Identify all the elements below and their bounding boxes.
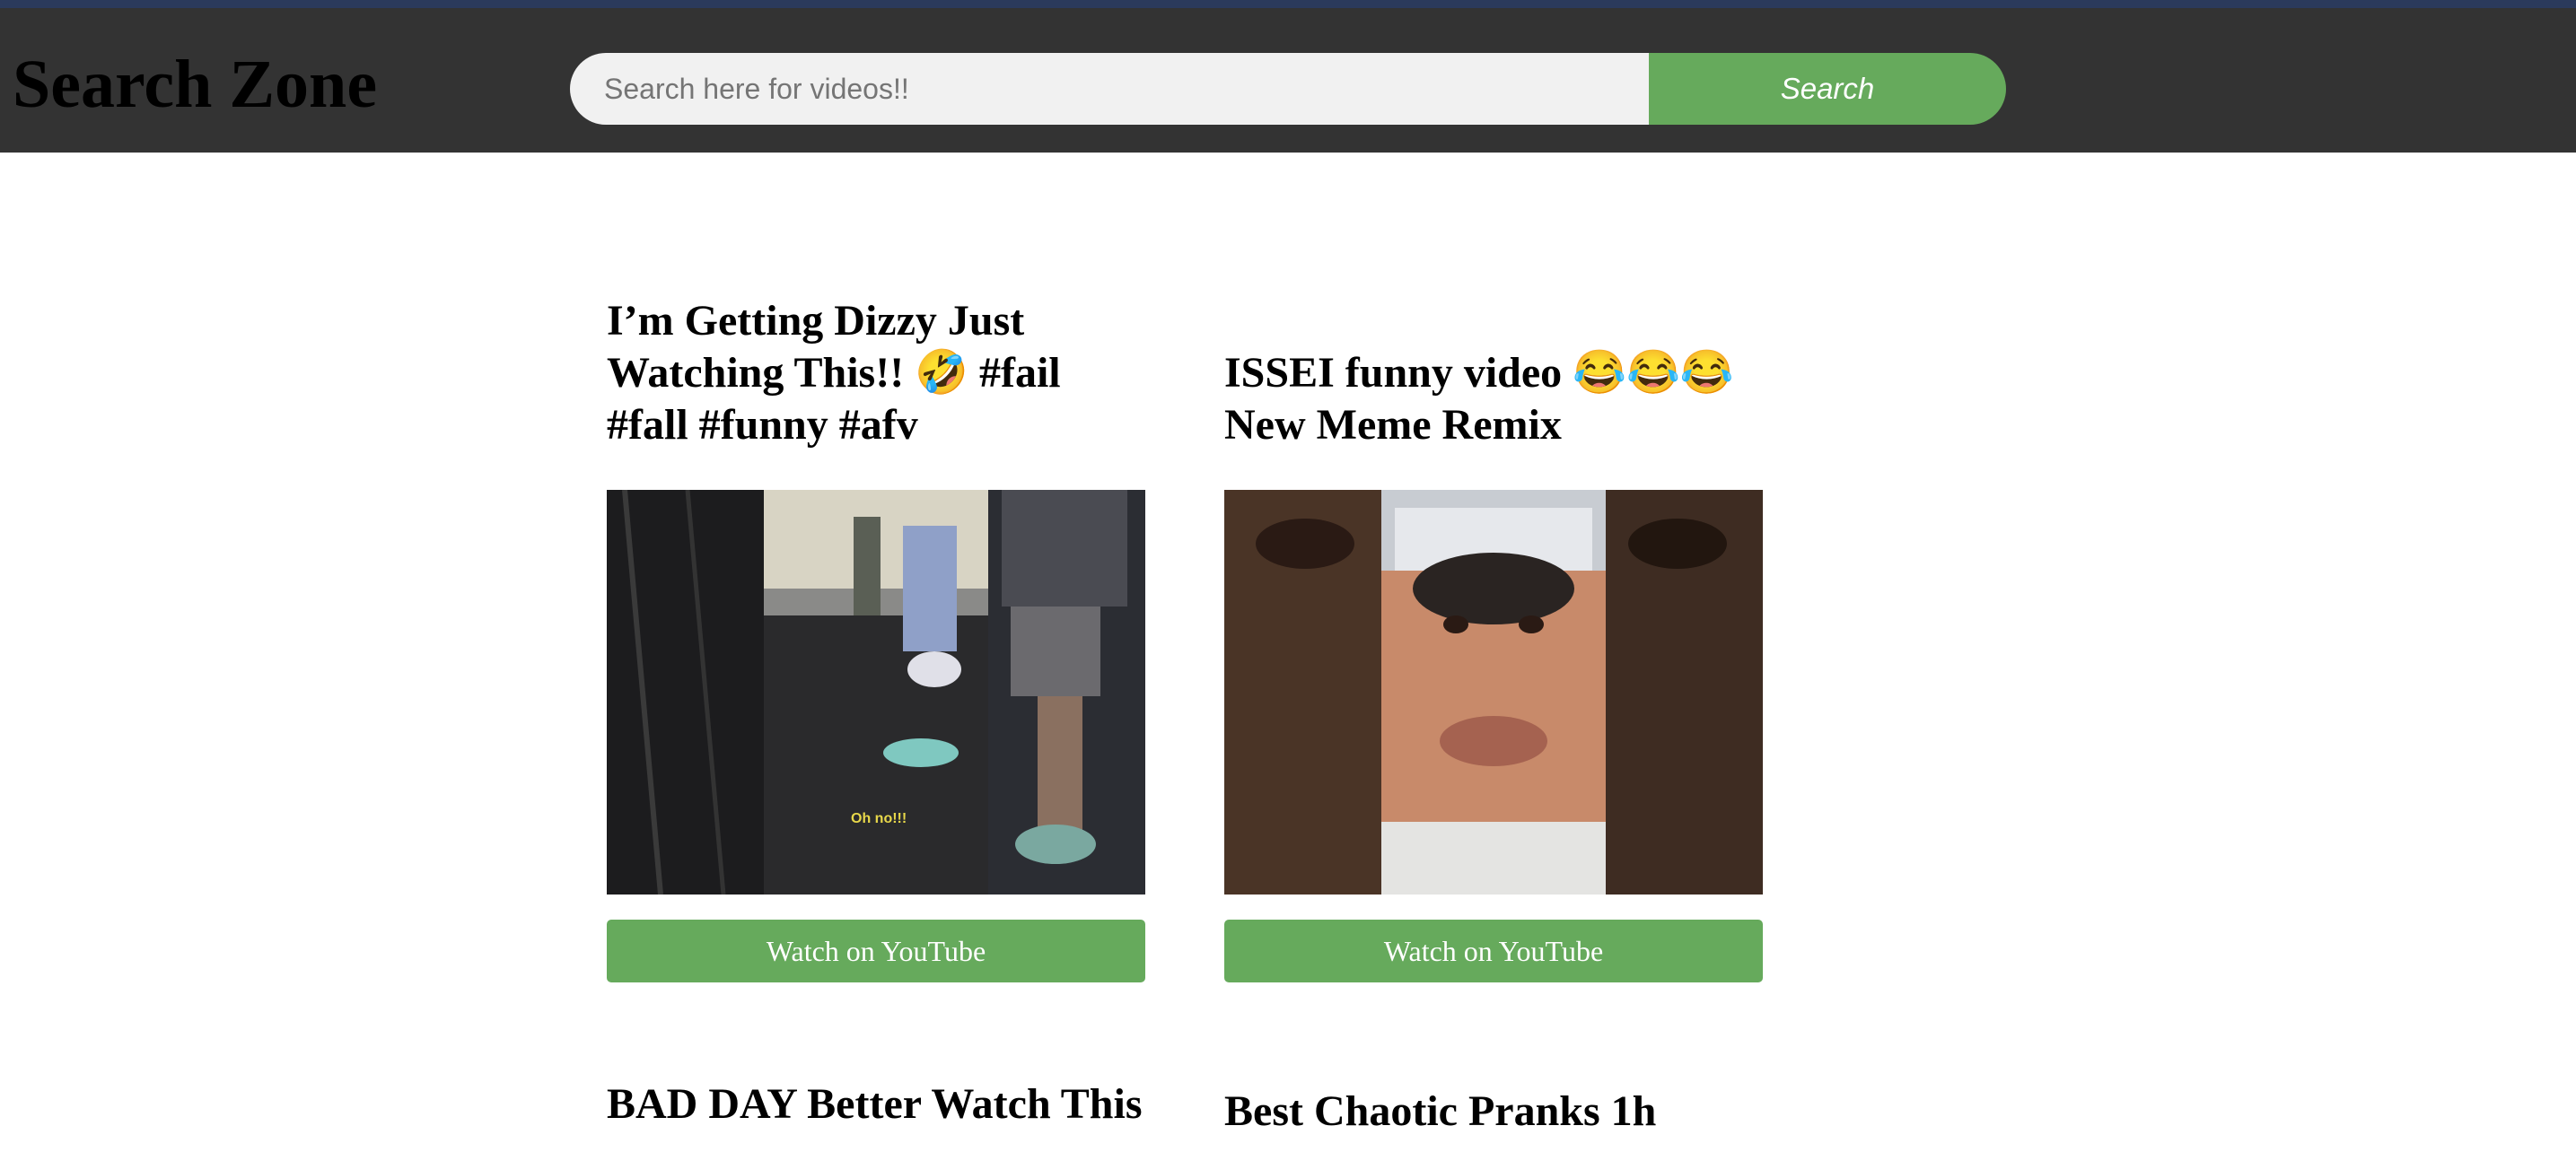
search-button[interactable]: Search: [1649, 53, 2006, 125]
thumbnail-caption: Oh no!!!: [851, 811, 907, 826]
navbar: Search Zone Search: [0, 8, 2576, 153]
top-accent-strip: [0, 0, 2576, 8]
video-title: I’m Getting Dizzy Just Watching This!! 🤣…: [607, 297, 1061, 449]
video-card: Best Chaotic Pranks 1h: [1224, 1086, 1763, 1152]
video-title: ISSEI funny video 😂😂😂 New Meme Remix: [1224, 349, 1734, 449]
video-thumbnail[interactable]: [1224, 490, 1763, 895]
video-card: I’m Getting Dizzy Just Watching This!! 🤣…: [607, 153, 1145, 987]
site-logo[interactable]: Search Zone: [13, 44, 377, 125]
watch-on-youtube-button[interactable]: Watch on YouTube: [607, 920, 1145, 982]
watch-on-youtube-button[interactable]: Watch on YouTube: [1224, 920, 1763, 982]
video-title: BAD DAY Better Watch This: [607, 1080, 1143, 1128]
video-card: ISSEI funny video 😂😂😂 New Meme Remix Wat…: [1224, 153, 1763, 987]
search-form: Search: [570, 53, 2006, 125]
video-card: BAD DAY Better Watch This: [607, 1078, 1145, 1152]
video-title: Best Chaotic Pranks 1h: [1224, 1087, 1657, 1135]
search-input[interactable]: [570, 53, 1649, 125]
thumbnail-image: [1224, 490, 1763, 895]
video-results: I’m Getting Dizzy Just Watching This!! 🤣…: [0, 153, 2576, 1152]
thumbnail-image: [607, 490, 1145, 895]
video-thumbnail[interactable]: Oh no!!!: [607, 490, 1145, 895]
